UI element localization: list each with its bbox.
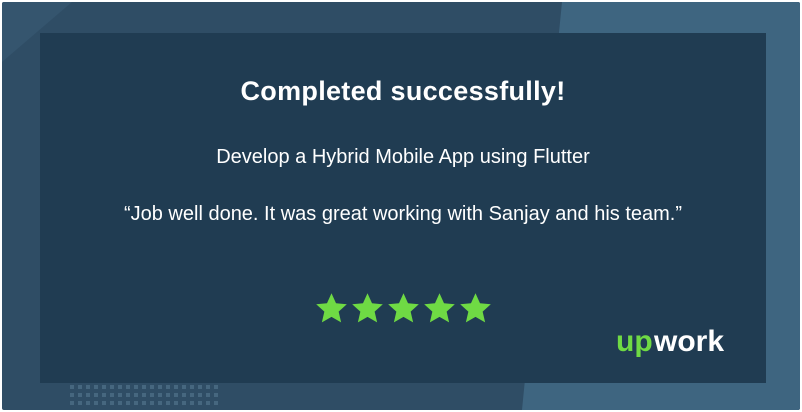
decor-dot [118,393,122,397]
star-icon [388,293,419,323]
decor-dot [190,401,194,405]
decor-dot [110,385,114,389]
decor-dot [86,401,90,405]
decor-dot [78,385,82,389]
star-icon [424,293,455,323]
decor-dot [70,393,74,397]
star-icon [460,293,491,323]
decor-dot [86,385,90,389]
decor-dot [166,385,170,389]
decor-dot [190,393,194,397]
project-title: Develop a Hybrid Mobile App using Flutte… [216,146,590,168]
decor-dot [142,393,146,397]
star-icon [316,293,347,323]
decor-dot [118,385,122,389]
review-card: Completed successfully! Develop a Hybrid… [2,2,800,410]
decor-dot [142,401,146,405]
decor-dot [182,385,186,389]
decor-dot [70,385,74,389]
decor-dot [198,385,202,389]
decor-dot [158,385,162,389]
completion-title: Completed successfully! [240,76,566,106]
decor-dot [94,393,98,397]
decor-dot [126,401,130,405]
decor-dot [158,393,162,397]
decor-dot [110,401,114,405]
decor-dot [70,401,74,405]
decor-dot [150,393,154,397]
decor-dot [126,393,130,397]
decor-dot [110,393,114,397]
decor-dot [150,385,154,389]
decor-dot [158,401,162,405]
decor-dot [166,401,170,405]
decor-dot [134,393,138,397]
decor-dot [102,385,106,389]
rating-stars [314,291,494,327]
decor-dot [182,401,186,405]
decor-dot [198,393,202,397]
decor-dot [174,401,178,405]
decor-dot [206,393,210,397]
decor-dot [86,393,90,397]
decor-dot [94,385,98,389]
dot-pattern-decoration [70,385,218,405]
decor-dot [118,401,122,405]
decor-dot [166,393,170,397]
decor-dot [182,393,186,397]
decor-dot [78,401,82,405]
client-quote: “Job well done. It was great working wit… [123,203,683,225]
decor-dot [94,401,98,405]
decor-dot [78,393,82,397]
decor-dot [142,385,146,389]
decor-dot [206,401,210,405]
decor-dot [174,393,178,397]
decor-dot [214,385,218,389]
decor-dot [214,401,218,405]
decor-dot [214,393,218,397]
upwork-logo: up work [616,325,724,358]
decor-dot [126,385,130,389]
decor-dot [190,385,194,389]
star-icon [352,293,383,323]
svg-text:up: up [616,325,653,358]
svg-text:work: work [653,325,724,358]
decor-dot [174,385,178,389]
decor-dot [198,401,202,405]
decor-dot [102,393,106,397]
decor-dot [134,401,138,405]
decor-dot [102,401,106,405]
decor-dot [206,385,210,389]
decor-dot [150,401,154,405]
decor-dot [134,385,138,389]
